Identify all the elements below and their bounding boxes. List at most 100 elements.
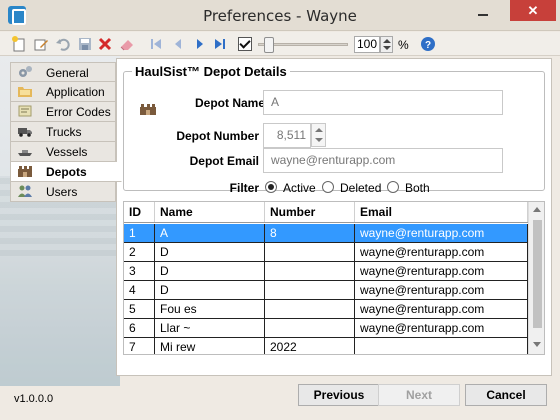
nav-item-label: Trucks [46, 125, 82, 139]
version-label: v1.0.0.0 [14, 393, 54, 405]
gears-icon [17, 65, 33, 79]
nav-item-general[interactable]: General [10, 62, 116, 82]
grid-scrollbar[interactable] [528, 202, 544, 354]
cancel-button[interactable]: Cancel [465, 384, 547, 406]
cell-number[interactable] [265, 243, 355, 262]
svg-text:?: ? [425, 40, 431, 51]
cell-name[interactable]: D [155, 243, 265, 262]
minimize-icon [478, 14, 488, 16]
nav-item-error-codes[interactable]: Error Codes [10, 102, 116, 122]
help-icon[interactable]: ? [420, 36, 436, 52]
cell-number[interactable] [265, 281, 355, 300]
nav-item-label: Error Codes [46, 105, 111, 119]
depot-icon [17, 164, 33, 178]
nav-item-label: Users [46, 185, 78, 199]
nav-item-label: Depots [46, 165, 87, 179]
depot-name-input[interactable]: A [263, 90, 503, 115]
scrollbar-thumb[interactable] [533, 220, 542, 328]
nav-item-vessels[interactable]: Vessels [10, 142, 116, 162]
filter-both-radio[interactable] [387, 181, 399, 193]
column-header-name[interactable]: Name [155, 202, 265, 222]
depot-number-input[interactable]: 8,511 [263, 123, 311, 148]
folder-icon [17, 84, 33, 98]
depot-details-group: HaulSist™ Depot Details Depot Name A Dep… [123, 64, 545, 195]
cell-number[interactable] [265, 319, 355, 338]
first-record-icon[interactable] [148, 36, 164, 52]
filter-label: Filter [229, 181, 259, 195]
nav-item-application[interactable]: Application [10, 82, 116, 102]
close-button[interactable]: ✕ [510, 0, 556, 21]
new-icon[interactable] [11, 36, 27, 52]
depot-number-label: Depot Number [176, 129, 259, 143]
preferences-nav: General Application Error Codes Trucks V… [10, 62, 122, 202]
undo-icon[interactable] [55, 36, 71, 52]
next-button[interactable]: Next [378, 384, 460, 406]
cell-id[interactable]: 4 [124, 281, 155, 300]
title-bar: Preferences - Wayne ✕ [0, 0, 560, 31]
cell-email[interactable]: wayne@renturapp.com [355, 262, 528, 281]
cell-id[interactable]: 2 [124, 243, 155, 262]
cell-number[interactable]: 2022 [265, 338, 355, 354]
nav-item-label: General [46, 66, 89, 80]
cell-email[interactable]: wayne@renturapp.com [355, 243, 528, 262]
zoom-checkbox[interactable] [238, 37, 252, 51]
nav-item-users[interactable]: Users [10, 182, 116, 202]
toolbar: 100 % ? [0, 32, 560, 56]
cell-email[interactable]: wayne@renturapp.com [355, 300, 528, 319]
filter-both-label[interactable]: Both [405, 181, 430, 195]
cell-id[interactable]: 7 [124, 338, 155, 354]
edit-icon[interactable] [33, 36, 49, 52]
cell-id[interactable]: 3 [124, 262, 155, 281]
delete-icon[interactable] [97, 36, 113, 52]
cell-email[interactable]: wayne@renturapp.com [355, 319, 528, 338]
nav-item-trucks[interactable]: Trucks [10, 122, 116, 142]
filter-active-label[interactable]: Active [283, 181, 316, 195]
previous-record-icon[interactable] [170, 36, 186, 52]
depot-details-title: HaulSist™ Depot Details [132, 64, 290, 79]
cell-name[interactable]: Mi rew [155, 338, 265, 354]
eraser-icon[interactable] [119, 36, 135, 52]
depots-panel: HaulSist™ Depot Details Depot Name A Dep… [116, 58, 552, 376]
cell-number[interactable] [265, 262, 355, 281]
cell-id[interactable]: 6 [124, 319, 155, 338]
depots-grid: ID Name Number Email 1 A 8 wayne@renturapp.… [123, 201, 545, 355]
cell-name[interactable]: Fou es [155, 300, 265, 319]
depot-email-input[interactable]: wayne@renturapp.com [263, 148, 503, 173]
cell-email[interactable] [355, 338, 528, 354]
next-record-icon[interactable] [192, 36, 208, 52]
save-icon[interactable] [77, 36, 93, 52]
cell-name[interactable]: Llar ~ [155, 319, 265, 338]
nav-item-depots[interactable]: Depots [10, 162, 122, 182]
depot-number-spinner[interactable] [311, 123, 326, 147]
filter-deleted-radio[interactable] [322, 181, 334, 193]
vessel-icon [17, 144, 33, 158]
filter-active-radio[interactable] [265, 181, 277, 193]
column-header-id[interactable]: ID [124, 202, 155, 222]
cell-name[interactable]: D [155, 281, 265, 300]
depot-email-label: Depot Email [189, 154, 259, 168]
zoom-slider-thumb[interactable] [264, 37, 274, 53]
cell-name[interactable]: D [155, 262, 265, 281]
scroll-down-icon[interactable] [533, 342, 541, 347]
cell-email[interactable]: wayne@renturapp.com [355, 281, 528, 300]
cell-name[interactable]: A [155, 224, 265, 243]
previous-button[interactable]: Previous [298, 384, 380, 406]
cell-number[interactable]: 8 [265, 224, 355, 243]
cell-id[interactable]: 5 [124, 300, 155, 319]
column-header-email[interactable]: Email [355, 202, 528, 222]
error-codes-icon [17, 104, 33, 118]
minimize-button[interactable] [470, 7, 496, 21]
zoom-unit: % [398, 38, 409, 52]
zoom-spinner[interactable] [380, 36, 393, 53]
nav-item-label: Vessels [46, 145, 88, 159]
cell-email[interactable]: wayne@renturapp.com [355, 224, 528, 243]
truck-icon [17, 124, 33, 138]
scroll-up-icon[interactable] [533, 207, 541, 212]
column-header-number[interactable]: Number [265, 202, 355, 222]
users-icon [17, 184, 33, 198]
last-record-icon[interactable] [212, 36, 228, 52]
cell-id[interactable]: 1 [124, 224, 155, 243]
filter-deleted-label[interactable]: Deleted [340, 181, 381, 195]
zoom-input[interactable]: 100 [354, 36, 380, 53]
cell-number[interactable] [265, 300, 355, 319]
